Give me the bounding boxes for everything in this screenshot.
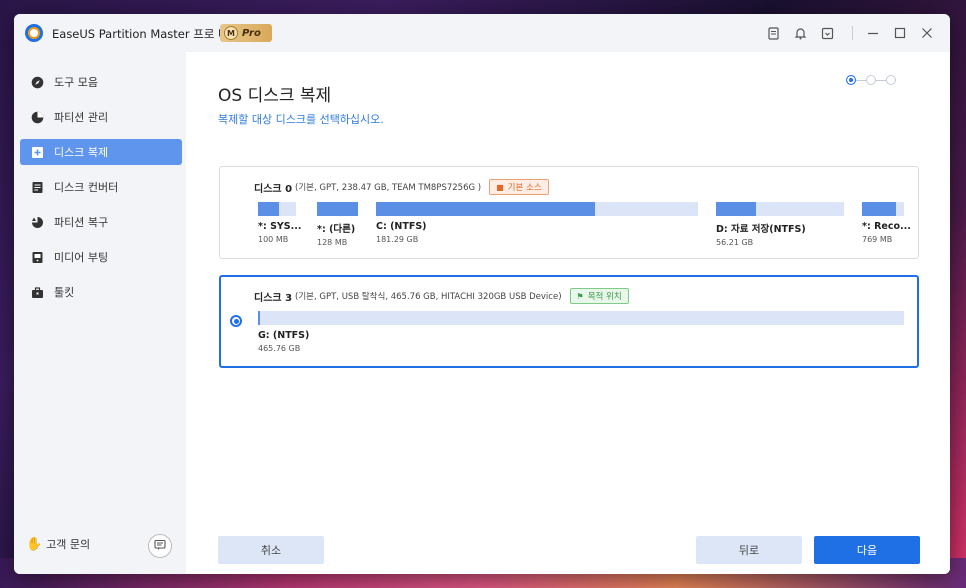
- pie-chart-icon: [30, 110, 44, 124]
- step-dot-2: [866, 75, 876, 85]
- sidebar-item-disk-clone[interactable]: 디스크 복제: [20, 139, 182, 165]
- sidebar-item-partition-recovery[interactable]: 파티션 복구: [20, 209, 182, 235]
- bell-icon[interactable]: [792, 25, 808, 41]
- disk-card-target[interactable]: 디스크 3 (기본, GPT, USB 탈착식, 465.76 GB, HITA…: [219, 275, 919, 368]
- notes-icon[interactable]: [765, 25, 781, 41]
- partition-item[interactable]: *: SYS... 100 MB: [258, 202, 302, 244]
- partition-fill: [258, 311, 260, 325]
- partition-bar: [258, 202, 296, 216]
- partition-bar: [258, 311, 904, 325]
- chat-button[interactable]: [148, 534, 172, 558]
- sidebar-item-toolkit[interactable]: 툴킷: [20, 279, 182, 305]
- sidebar-item-label: 툴킷: [54, 286, 75, 299]
- partition-size: 769 MB: [862, 235, 893, 244]
- sidebar-item-label: 디스크 컨버터: [54, 181, 119, 194]
- sidebar-item-partition-manager[interactable]: 파티션 관리: [20, 104, 182, 130]
- main-panel: OS 디스크 복제 복제할 대상 디스크를 선택하십시오. 디스크 0 (기본,…: [186, 52, 950, 574]
- sidebar-item-label: 파티션 관리: [54, 111, 109, 124]
- partition-label: C: (NTFS): [376, 221, 427, 232]
- disk-name: 디스크 3: [254, 292, 293, 304]
- sidebar-item-disk-converter[interactable]: 디스크 컨버터: [20, 174, 182, 200]
- partition-item[interactable]: *: (다른) 128 MB: [317, 202, 358, 247]
- converter-icon: [30, 180, 44, 194]
- source-tag: ■ 기본 소스: [489, 179, 549, 195]
- partition-item[interactable]: *: Reco... 769 MB: [862, 202, 911, 244]
- partition-label: G: (NTFS): [258, 330, 310, 341]
- partition-size: 181.29 GB: [376, 235, 419, 244]
- toolkit-icon: [30, 285, 44, 299]
- step-dot-3: [886, 75, 896, 85]
- lock-icon: ■: [496, 182, 504, 192]
- waving-hand-icon: ✋: [26, 536, 43, 552]
- partition-fill: [317, 202, 358, 216]
- minimize-icon[interactable]: [865, 25, 881, 41]
- recovery-icon: [30, 215, 44, 229]
- disk-header: 디스크 3 (기본, GPT, USB 탈착식, 465.76 GB, HITA…: [254, 288, 629, 304]
- media-boot-icon: [30, 250, 44, 264]
- disk-detail: (기본, GPT, 238.47 GB, TEAM TM8PS7256G ): [295, 183, 482, 193]
- partition-label: D: 자료 저장(NTFS): [716, 224, 806, 235]
- flag-icon: ⚑: [576, 291, 584, 301]
- source-tag-label: 기본 소스: [507, 183, 542, 193]
- close-icon[interactable]: [919, 25, 935, 41]
- step-dot-1: [846, 75, 856, 85]
- partition-bar: [317, 202, 358, 216]
- disk-header: 디스크 0 (기본, GPT, 238.47 GB, TEAM TM8PS725…: [254, 179, 549, 195]
- sidebar: 도구 모음 파티션 관리 디스크 복제 디스크 컨버터 파티션 복구 미디어 부…: [14, 52, 186, 574]
- partition-bar: [716, 202, 844, 216]
- compass-icon: [30, 75, 44, 89]
- partition-size: 100 MB: [258, 235, 289, 244]
- partition-fill: [258, 202, 279, 216]
- sidebar-item-toolbox[interactable]: 도구 모음: [20, 69, 182, 95]
- sidebar-item-label: 도구 모음: [54, 76, 98, 89]
- partition-item[interactable]: C: (NTFS) 181.29 GB: [376, 202, 698, 244]
- step-connector: [876, 79, 886, 81]
- partition-size: 465.76 GB: [258, 344, 301, 353]
- disk-detail: (기본, GPT, USB 탈착식, 465.76 GB, HITACHI 32…: [295, 292, 562, 302]
- page-title: OS 디스크 복제: [218, 86, 332, 106]
- next-button[interactable]: 다음: [814, 536, 920, 564]
- app-window: EaseUS Partition Master 프로 버전 M Pro 도구 모…: [14, 14, 950, 574]
- maximize-icon[interactable]: [892, 25, 908, 41]
- page-subtitle: 복제할 대상 디스크를 선택하십시오.: [218, 113, 384, 126]
- partition-bar: [862, 202, 904, 216]
- clone-icon: [30, 145, 44, 159]
- sidebar-item-label: 디스크 복제: [54, 146, 109, 159]
- sidebar-item-label: 미디어 부팅: [54, 251, 109, 264]
- disk-name: 디스크 0: [254, 183, 293, 195]
- partition-fill: [862, 202, 897, 216]
- pro-badge[interactable]: M Pro: [220, 24, 272, 42]
- partition-size: 128 MB: [317, 238, 348, 247]
- sidebar-item-label: 파티션 복구: [54, 216, 109, 229]
- partition-label: *: (다른): [317, 224, 356, 235]
- partition-label: *: Reco...: [862, 221, 911, 232]
- cancel-button[interactable]: 취소: [218, 536, 324, 564]
- chat-icon: [154, 539, 166, 554]
- back-button[interactable]: 뒤로: [696, 536, 802, 564]
- support-label: 고객 문의: [46, 538, 91, 551]
- partition-item[interactable]: D: 자료 저장(NTFS) 56.21 GB: [716, 202, 844, 247]
- target-tag-label: 목적 위치: [587, 292, 622, 302]
- partition-fill: [716, 202, 756, 216]
- customer-support-link[interactable]: ✋ 고객 문의: [26, 536, 90, 552]
- title-bar: EaseUS Partition Master 프로 버전 M Pro: [14, 14, 950, 52]
- badge-letter: M: [224, 26, 238, 40]
- step-indicator: [846, 75, 896, 85]
- export-icon[interactable]: [819, 25, 835, 41]
- target-tag: ⚑ 목적 위치: [569, 288, 629, 304]
- badge-label: Pro: [242, 27, 261, 39]
- partition-bar: [376, 202, 698, 216]
- titlebar-separator: [852, 26, 853, 40]
- step-connector: [856, 79, 866, 81]
- partition-label: *: SYS...: [258, 221, 302, 232]
- sidebar-item-media-boot[interactable]: 미디어 부팅: [20, 244, 182, 270]
- partition-item[interactable]: G: (NTFS) 465.76 GB: [258, 311, 904, 353]
- app-logo-icon: [25, 24, 43, 42]
- disk-radio-button[interactable]: [230, 315, 242, 327]
- partition-size: 56.21 GB: [716, 238, 754, 247]
- app-title: EaseUS Partition Master 프로 버전: [52, 27, 240, 41]
- disk-card-source[interactable]: 디스크 0 (기본, GPT, 238.47 GB, TEAM TM8PS725…: [219, 166, 919, 259]
- partition-fill: [376, 202, 595, 216]
